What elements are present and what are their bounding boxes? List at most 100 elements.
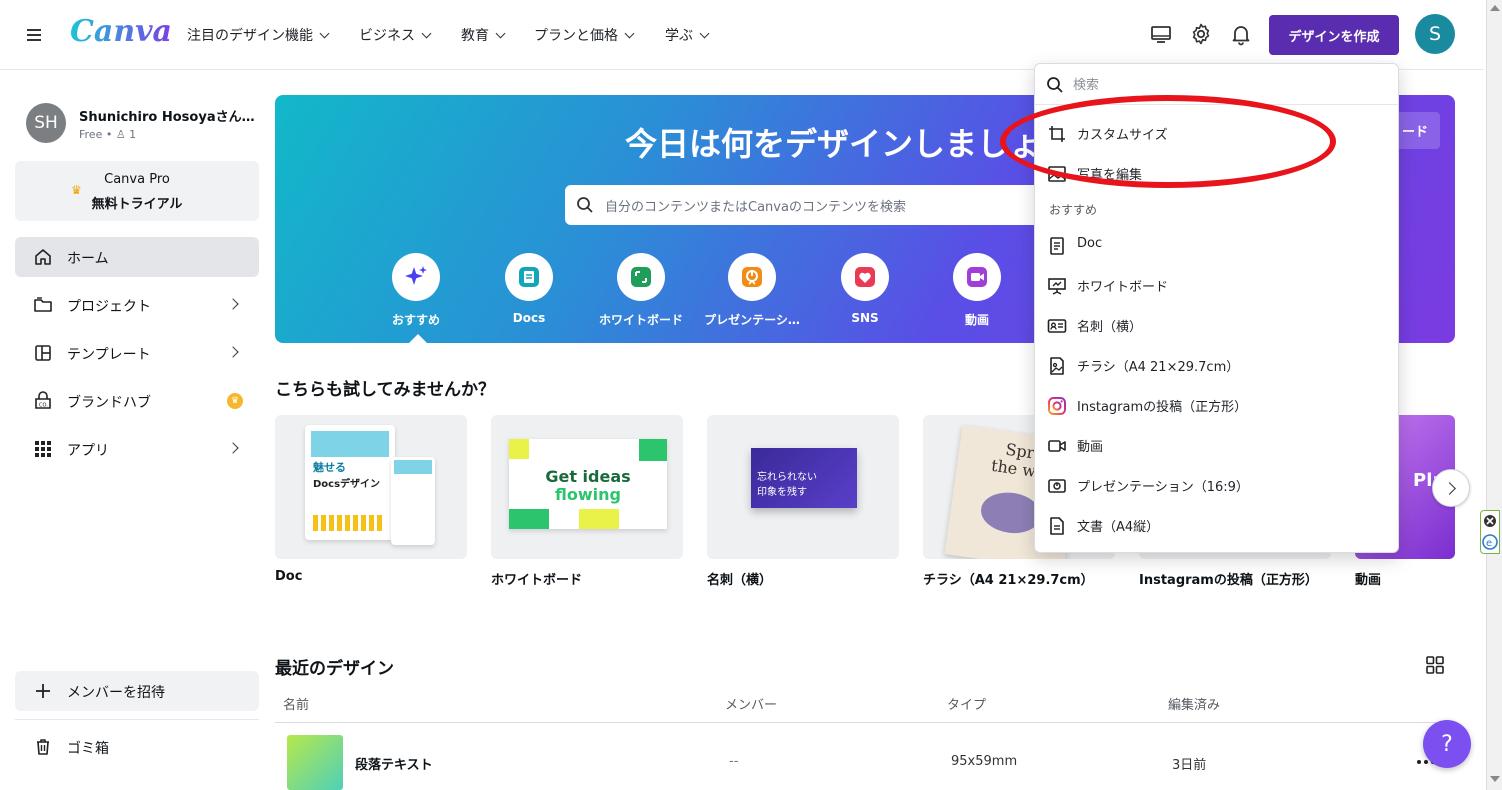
template-card-whiteboard[interactable]: Get ideas flowing [491, 415, 683, 559]
dropdown-item-doc[interactable]: Doc [1035, 225, 1398, 265]
dropdown-item-video[interactable]: 動画 [1035, 425, 1398, 465]
design-name[interactable]: 段落テキスト [355, 754, 433, 773]
nav-label: ビジネス [359, 28, 415, 44]
table-divider [275, 722, 1455, 723]
svg-text:CO.: CO. [39, 403, 48, 409]
trash-button[interactable]: ゴミ箱 [15, 727, 259, 767]
doc-thumb-mobile [391, 457, 435, 545]
create-design-button[interactable]: デザインを作成 [1269, 15, 1399, 55]
category-docs[interactable]: Docs [474, 253, 584, 325]
browser-extension-icon[interactable]: e [1480, 510, 1500, 554]
dropdown-item-document[interactable]: 文書（A4縦） [1035, 505, 1398, 545]
sidebar-item-label: プロジェクト [67, 299, 151, 315]
canva-logo[interactable]: Canva [70, 14, 172, 49]
plus-icon [36, 684, 50, 698]
account-avatar[interactable]: S [1415, 14, 1455, 54]
sidebar-item-templates[interactable]: テンプレート [15, 333, 259, 373]
sparkle-icon [392, 253, 440, 301]
gear-icon[interactable] [1189, 22, 1213, 46]
chevron-right-icon [227, 346, 239, 358]
user-avatar[interactable]: SH [26, 103, 66, 143]
column-header-members[interactable]: メンバー [725, 694, 777, 713]
pro-subtitle: 無料トライアル [91, 197, 183, 212]
hero-title: 今日は何をデザインしましょう [625, 125, 1074, 163]
grid-view-icon[interactable] [1425, 655, 1445, 675]
sidebar-item-apps[interactable]: アプリ [15, 429, 259, 469]
nav-education[interactable]: 教育 [461, 25, 506, 45]
create-design-dropdown: カスタムサイズ 写真を編集 おすすめ Doc [1034, 63, 1399, 553]
dropdown-item-label: カスタムサイズ [1077, 128, 1168, 143]
category-sns[interactable]: SNS [810, 253, 920, 325]
template-card-label: Instagramの投稿（正方形） [1139, 573, 1318, 588]
nav-business[interactable]: ビジネス [359, 25, 432, 45]
canva-home: Canva 注目のデザイン機能 ビジネス 教育 プランと価格 学ぶ デザインを作… [0, 0, 1502, 790]
sidebar-item-home[interactable]: ホーム [15, 237, 259, 277]
dropdown-item-label: Instagramの投稿（正方形） [1077, 400, 1248, 415]
category-video[interactable]: 動画 [922, 253, 1032, 328]
template-card-business-card[interactable]: 忘れられない 印象を残す [707, 415, 899, 559]
category-label: 動画 [964, 313, 989, 327]
canva-pro-trial-button[interactable]: ♛ Canva Pro 無料トライアル [15, 161, 259, 221]
desktop-icon[interactable] [1149, 22, 1173, 46]
dropdown-item-label: プレゼンテーション（16:9） [1077, 480, 1249, 495]
column-header-edited[interactable]: 編集済み [1168, 694, 1220, 713]
chevron-down-icon [699, 28, 710, 38]
category-label: ホワイトボード [598, 313, 683, 327]
template-card-doc[interactable]: 魅せる Docsデザイン [275, 415, 467, 559]
instagram-icon [1048, 397, 1066, 415]
doc-thumb-text2: Docsデザイン [313, 479, 381, 490]
user-name[interactable]: Shunichiro Hosoyaさん… [79, 106, 255, 125]
dropdown-item-business-card[interactable]: 名刺（横） [1035, 305, 1398, 345]
sidebar: SH Shunichiro Hosoyaさん… Free • ♙ 1 ♛ Can… [0, 71, 270, 790]
nav-label: プランと価格 [534, 28, 618, 44]
sidebar-item-brand-hub[interactable]: CO. ブランドハブ ♛ [15, 381, 259, 421]
dropdown-item-presentation[interactable]: プレゼンテーション（16:9） [1035, 465, 1398, 505]
heart-icon [841, 253, 889, 301]
category-label: SNS [851, 311, 879, 325]
dropdown-item-flyer[interactable]: チラシ（A4 21×29.7cm） [1035, 345, 1398, 385]
nav-featured[interactable]: 注目のデザイン機能 [187, 25, 330, 45]
menu-icon[interactable] [24, 24, 46, 46]
bell-icon[interactable] [1229, 22, 1253, 46]
help-button[interactable]: ? [1423, 720, 1471, 768]
svg-text:e: e [1486, 538, 1492, 549]
doc-thumb-chart [313, 515, 385, 531]
sidebar-divider [15, 719, 259, 720]
chevron-right-icon [227, 298, 239, 310]
column-header-name[interactable]: 名前 [283, 694, 309, 713]
template-card-label: チラシ（A4 21×29.7cm） [923, 573, 1094, 588]
whiteboard-icon [1048, 278, 1066, 295]
invite-members-button[interactable]: メンバーを招待 [15, 671, 259, 711]
pro-title: Canva Pro [104, 172, 170, 187]
column-header-type[interactable]: タイプ [947, 694, 986, 713]
sidebar-item-projects[interactable]: プロジェクト [15, 285, 259, 325]
category-label: Docs [512, 311, 546, 325]
dropdown-item-custom-size[interactable]: カスタムサイズ [1035, 113, 1398, 153]
custom-size-icon [1049, 126, 1065, 142]
whiteboard-thumb-tile [509, 509, 549, 529]
dropdown-item-edit-photo[interactable]: 写真を編集 [1035, 153, 1398, 193]
nav-pricing[interactable]: プランと価格 [534, 25, 635, 45]
dropdown-item-instagram[interactable]: Instagramの投稿（正方形） [1035, 385, 1398, 425]
dropdown-item-whiteboard[interactable]: ホワイトボード [1035, 265, 1398, 305]
category-whiteboard[interactable]: ホワイトボード [586, 253, 696, 328]
scroll-down-icon[interactable] [1490, 776, 1500, 782]
presentation-icon [728, 253, 776, 301]
design-thumbnail[interactable] [287, 735, 343, 790]
nav-learn[interactable]: 学ぶ [665, 25, 710, 45]
carousel-next-button[interactable] [1432, 469, 1470, 507]
scroll-up-icon[interactable] [1490, 5, 1500, 11]
page-scrollbar[interactable] [1486, 0, 1502, 790]
hero-search-input[interactable]: 自分のコンテンツまたはCanvaのコンテンツを検索 [605, 196, 906, 215]
dropdown-item-label: 動画 [1077, 440, 1104, 455]
category-recommended[interactable]: おすすめ [361, 253, 471, 328]
design-type: 95x59mm [951, 754, 1018, 769]
dropdown-item-label: 名刺（横） [1077, 320, 1143, 335]
sidebar-item-label: アプリ [67, 443, 109, 459]
search-icon [577, 197, 593, 213]
nav-label: 教育 [461, 28, 489, 44]
category-label: おすすめ [391, 313, 440, 327]
dropdown-search-input[interactable] [1073, 70, 1393, 100]
document-icon [1050, 517, 1064, 535]
category-presentation[interactable]: プレゼンテーシ… [697, 253, 807, 328]
